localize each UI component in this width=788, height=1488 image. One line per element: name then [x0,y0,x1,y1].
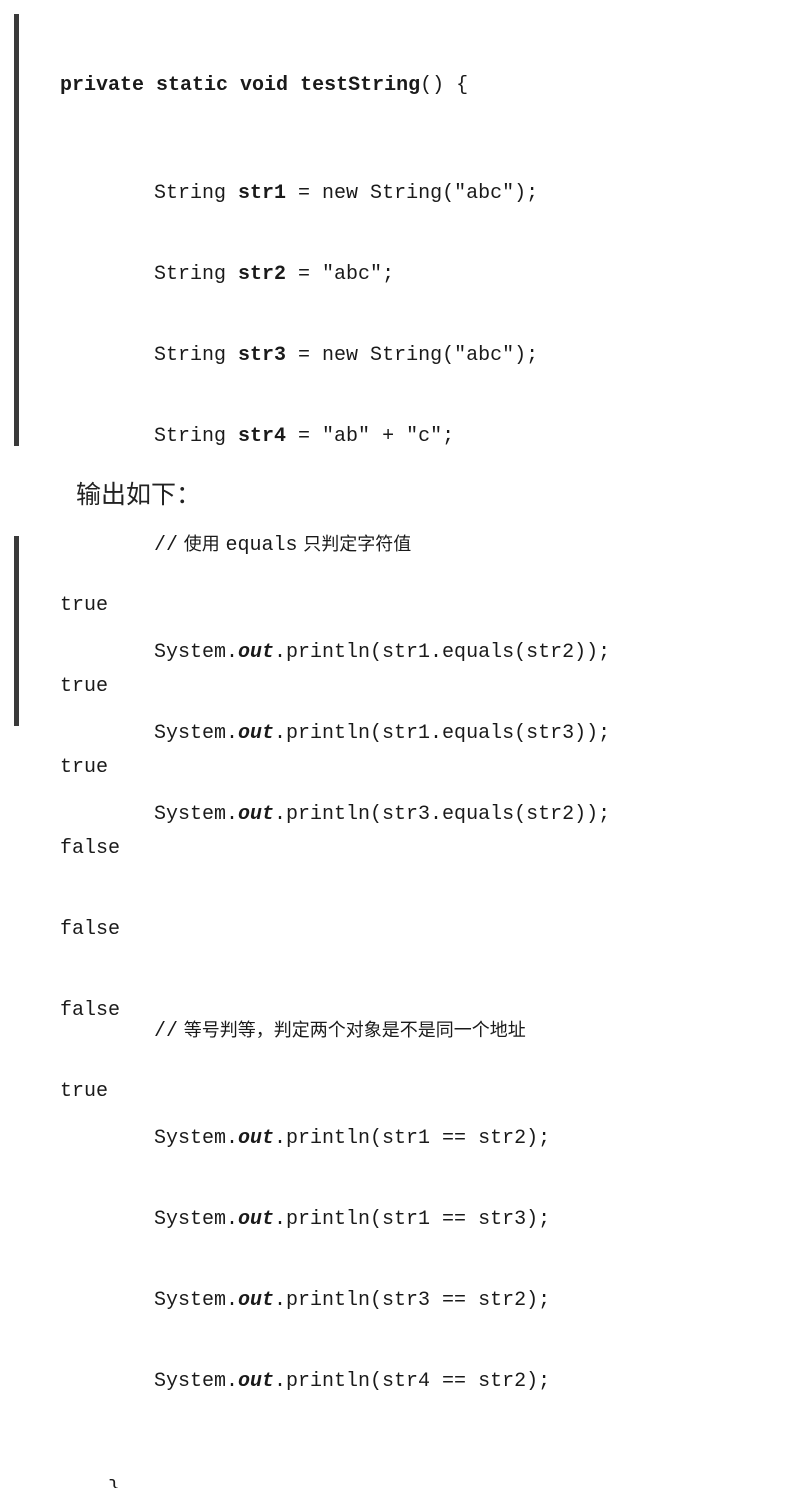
code-line-eq-3: System.out.println(str3 == str2); [60,1287,610,1314]
output-line: false [60,918,121,941]
code-line-decl-2: String str2 = "abc"; [60,261,610,288]
print-prefix: System. [154,1127,239,1150]
print-out: out [238,1127,275,1150]
print-call: .println(str3 == str2); [274,1289,551,1312]
decl-init: = new String("abc"); [286,182,539,205]
signature-rest: () { [420,74,469,97]
code-line-eq-2: System.out.println(str1 == str3); [60,1206,610,1233]
output-line: true [60,1080,109,1103]
print-prefix: System. [154,803,239,826]
decl-var: str1 [238,182,287,205]
closing-brace: } [108,1478,120,1488]
print-prefix: System. [154,1208,239,1231]
code-line-decl-1: String str1 = new String("abc"); [60,180,610,207]
decl-type: String [154,182,227,205]
print-out: out [238,1370,275,1393]
print-prefix: System. [154,1289,239,1312]
output-block: true true true false false false true [14,536,414,1103]
print-out: out [238,803,275,826]
output-line: true [60,675,109,698]
output-line: false [60,837,121,860]
print-out: out [238,1289,275,1312]
comment-slashes: // [154,1020,179,1043]
print-call: .println(str1 == str2); [274,1127,551,1150]
code-line-eq-1: System.out.println(str1 == str2); [60,1125,610,1152]
decl-var: str3 [238,344,287,367]
decl-var: str2 [238,263,287,286]
output-listing: true true true false false false true [60,538,120,1159]
decl-var: str4 [238,425,287,448]
method-name: testString [300,74,421,97]
output-label: 输出如下： [76,480,202,509]
output-block-left-bar [14,536,19,726]
decl-type: String [154,263,227,286]
comment-text: 等号判等，判定两个对象是不是同一个地址 [178,1020,526,1041]
code-line-signature: private static void testString() { [60,72,610,99]
code-line-equals-3: System.out.println(str3.equals(str2)); [60,801,610,828]
decl-type: String [154,344,227,367]
output-line: true [60,594,109,617]
keywords: private static void [60,74,289,97]
code-line-decl-3: String str3 = new String("abc"); [60,342,610,369]
output-line: false [60,999,121,1022]
decl-init: = new String("abc"); [286,344,539,367]
decl-init: = "abc"; [286,263,395,286]
print-call: .println(str1 == str3); [274,1208,551,1231]
code-block-left-bar [14,14,19,446]
print-out: out [238,1208,275,1231]
print-call: .println(str4 == str2); [274,1370,551,1393]
print-prefix: System. [154,1370,239,1393]
print-call: .println(str3.equals(str2)); [274,803,611,826]
output-line: true [60,756,109,779]
code-block: private static void testString() { Strin… [14,14,774,1488]
code-comment-eq: // 等号判等，判定两个对象是不是同一个地址 [60,1017,610,1044]
code-line-eq-4: System.out.println(str4 == str2); [60,1368,610,1395]
code-closing-brace: } [60,1476,610,1488]
code-listing: private static void testString() { Strin… [60,18,610,1488]
code-line-decl-4: String str4 = "ab" + "c"; [60,423,610,450]
decl-init: = "ab" + "c"; [286,425,455,448]
decl-type: String [154,425,227,448]
